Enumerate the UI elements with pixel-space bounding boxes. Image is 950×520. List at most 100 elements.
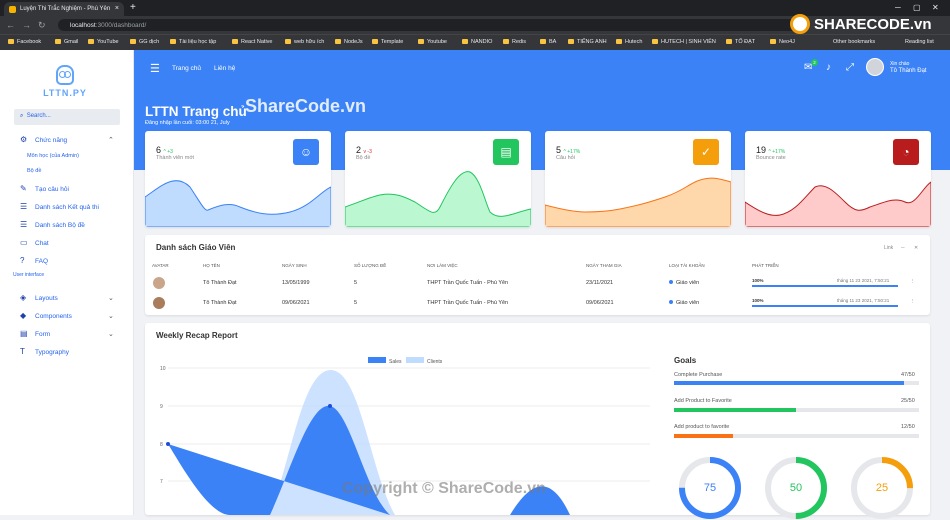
sidebar-item-label: Form	[35, 331, 51, 338]
reload-icon[interactable]: ↻	[38, 20, 46, 31]
app-logo[interactable]: LTTN.PY	[40, 65, 90, 98]
ytick-label: 9	[160, 404, 163, 410]
sidebar-item-layouts[interactable]: ◈ Layouts	[20, 293, 58, 302]
document-icon[interactable]: ▤	[493, 139, 519, 165]
cell-time: tháng 11 23 2021, 7:50:21	[837, 298, 890, 303]
check-icon[interactable]: ✓	[693, 139, 719, 165]
sidebar-item-label: Danh sách Kết quả thi	[35, 204, 99, 211]
sidebar-item-ket-qua-thi[interactable]: ☰ Danh sách Kết quả thi	[20, 202, 99, 211]
bookmark-item[interactable]: Redis	[503, 39, 526, 45]
folder-icon	[652, 39, 658, 44]
chevron-down-icon[interactable]: ⌄	[108, 294, 114, 302]
collapse-icon[interactable]: ─	[901, 245, 905, 251]
forward-icon[interactable]: →	[22, 20, 31, 30]
other-bookmarks[interactable]: Other bookmarks	[833, 39, 875, 45]
sidebar-item-chuc-nang[interactable]: ⚙ Chức năng	[20, 135, 67, 144]
stat-value: 19 ^ +17%	[756, 145, 786, 155]
cell-work: THPT Trần Quốc Tuấn - Phú Yên	[427, 280, 509, 286]
folder-icon	[372, 39, 378, 44]
panel-link[interactable]: Link	[884, 245, 893, 251]
bookmark-item[interactable]: Gmail	[55, 39, 78, 45]
sidebar-item-form[interactable]: ▤ Form	[20, 329, 50, 338]
ring-value: 25	[875, 482, 889, 494]
bookmark-item[interactable]: Hutech	[616, 39, 642, 45]
bell-icon[interactable]: ♪	[826, 62, 831, 73]
sparkline-chart	[745, 181, 931, 227]
sidebar-item-tao-cau-hoi[interactable]: ✎ Tạo câu hỏi	[20, 184, 69, 193]
back-icon[interactable]: ←	[6, 20, 15, 30]
bookmark-item[interactable]: YouTube	[88, 39, 119, 45]
username[interactable]: Tô Thành Đạt	[890, 68, 927, 74]
close-icon[interactable]: ✕	[914, 245, 918, 251]
menu-icon[interactable]: ☰	[150, 62, 160, 75]
stat-label: Thành viên mới	[156, 155, 195, 161]
list-icon: ☰	[20, 220, 28, 229]
sharecode-text: SHARECODE.vn	[814, 16, 932, 33]
fullscreen-icon[interactable]: ⤢	[846, 62, 854, 73]
folder-icon	[8, 39, 14, 44]
close-window-icon[interactable]: ✕	[932, 3, 939, 12]
more-icon[interactable]: ⋮	[910, 279, 916, 285]
nav-trang-chu[interactable]: Trang chủ	[172, 65, 201, 72]
maximize-icon[interactable]: ▢	[913, 3, 921, 12]
edit-icon: ✎	[20, 184, 27, 193]
chevron-down-icon[interactable]: ⌄	[108, 330, 114, 338]
nav-lien-he[interactable]: Liên hệ	[214, 65, 235, 72]
close-tab-icon[interactable]: ×	[115, 5, 119, 12]
new-tab-icon[interactable]: +	[130, 2, 136, 13]
reading-list[interactable]: Reading list	[905, 39, 934, 45]
minimize-icon[interactable]: ─	[895, 3, 901, 12]
data-point	[328, 404, 332, 408]
bookmark-item[interactable]: Neo4J	[770, 39, 795, 45]
bookmark-item[interactable]: Facebook	[8, 39, 41, 45]
chevron-up-icon[interactable]: ⌃	[108, 136, 114, 144]
chevron-down-icon[interactable]: ⌄	[108, 312, 114, 320]
browser-tab[interactable]: Luyện Thi Trắc Nghiệm - Phú Yên ×	[4, 2, 124, 16]
goal-value: 47/50	[901, 372, 915, 378]
status-dot	[669, 300, 673, 304]
sidebar-item-label: FAQ	[35, 258, 49, 265]
cell-dob: 13/05/1999	[282, 280, 310, 286]
panel-title: Weekly Recap Report	[156, 331, 238, 340]
folder-icon	[418, 39, 424, 44]
watermark-bottom: Copyright © ShareCode.vn	[342, 480, 546, 497]
sharecode-icon	[790, 14, 810, 34]
bookmark-item[interactable]: Youtube	[418, 39, 447, 45]
bookmark-item[interactable]: GG dịch	[130, 39, 159, 45]
pie-icon[interactable]: ◔	[893, 139, 919, 165]
bookmark-item[interactable]: TIẾNG ANH	[568, 39, 607, 45]
avatar[interactable]	[866, 58, 884, 76]
sidebar-sub-bo-de[interactable]: Bộ đề	[27, 168, 41, 174]
bookmark-item[interactable]: web hữu ích	[285, 39, 324, 45]
sidebar-item-chat[interactable]: ▭ Chat	[20, 238, 49, 247]
stat-label: Bộ đề	[356, 155, 371, 161]
sidebar-item-faq[interactable]: ? FAQ	[20, 256, 48, 265]
bookmark-item[interactable]: Template	[372, 39, 403, 45]
sidebar-item-components[interactable]: ◆ Components	[20, 311, 72, 320]
bookmark-item[interactable]: BA	[540, 39, 556, 45]
bookmark-item[interactable]: Tài liệu học tập	[170, 39, 216, 45]
sidebar-sub-mon-hoc[interactable]: Môn học (của Admin)	[27, 153, 79, 159]
sidebar-item-label: Components	[35, 313, 72, 320]
help-icon: ?	[20, 256, 25, 265]
folder-icon	[88, 39, 94, 44]
bookmark-item[interactable]: NodeJs	[335, 39, 363, 45]
last-login: Đăng nhập lần cuối: 03:00 21, July	[145, 120, 230, 126]
user-icon[interactable]: ☺	[293, 139, 319, 165]
folder-icon	[285, 39, 291, 44]
sidebar-item-label: Typography	[35, 349, 69, 356]
bookmark-item[interactable]: TỐ ĐẠT	[726, 39, 755, 45]
bookmark-item[interactable]: HUTECH | SINH VIÊN	[652, 39, 716, 45]
url-input[interactable]: localhost:3000/dashboard/	[58, 19, 798, 31]
more-icon[interactable]: ⋮	[910, 299, 916, 305]
folder-icon	[335, 39, 341, 44]
sidebar-item-bo-de[interactable]: ☰ Danh sách Bộ đề	[20, 220, 85, 229]
bookmark-item[interactable]: React Native	[232, 39, 273, 45]
stat-label: Bounce rate	[756, 155, 786, 161]
sidebar-item-typography[interactable]: T Typography	[20, 347, 69, 356]
search-input[interactable]: ⌕ Search...	[14, 109, 120, 125]
progress-bar	[752, 305, 898, 307]
bookmark-item[interactable]: NANDIO	[462, 39, 492, 45]
avatar	[153, 297, 165, 309]
sparkline-chart	[145, 180, 331, 227]
